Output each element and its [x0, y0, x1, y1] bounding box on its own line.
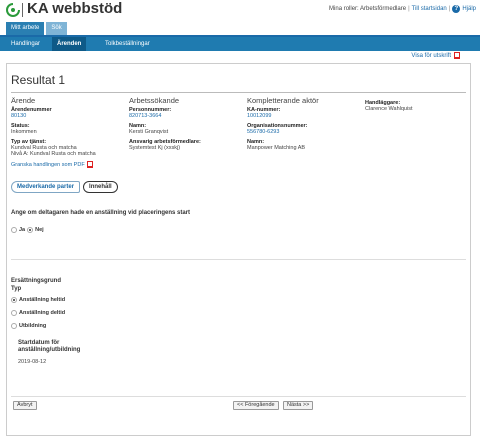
- help-icon[interactable]: ?: [452, 5, 461, 13]
- provider-column: Kompletterande aktör KA-nummer: 10012099…: [247, 96, 362, 151]
- org-number-link[interactable]: 556780-6293: [247, 129, 362, 135]
- compensation-title: Ersättningsgrund: [11, 278, 62, 284]
- option-heltid[interactable]: Anställning heltid: [11, 297, 65, 303]
- review-pdf-label[interactable]: Granska handlingen som PDF: [11, 162, 85, 168]
- tab-medverkande-parter[interactable]: Medverkande parter: [11, 181, 81, 193]
- roles-text: Mina roller: Arbetsförmedlare: [329, 6, 407, 12]
- print-view-link[interactable]: Visa för utskrift: [411, 52, 460, 59]
- radio-ja[interactable]: [11, 227, 17, 233]
- content-tabs: Medverkande parter Innehåll: [11, 181, 118, 193]
- jobseeker-name-value: Kersti Granqvist: [129, 129, 169, 135]
- nav-bar: Handlingar Ärenden Tolkbeställningar: [0, 35, 480, 51]
- tab-mitt-arbete[interactable]: Mitt arbete: [6, 22, 45, 35]
- print-view-label[interactable]: Visa för utskrift: [411, 53, 451, 59]
- compensation-type-label: Typ: [11, 286, 22, 292]
- provider-name-value: Manpower Matching AB: [247, 145, 306, 151]
- jobseeker-heading: Arbetssökande: [129, 96, 180, 105]
- case-officer-value: Clarence Wahlquist: [365, 106, 413, 112]
- divider: [11, 92, 466, 93]
- page-title: Resultat 1: [11, 73, 66, 87]
- radio-utbildning[interactable]: [11, 323, 17, 329]
- ka-logo-icon: [6, 3, 20, 17]
- start-page-link[interactable]: Till startsidan: [412, 6, 447, 12]
- review-pdf-link[interactable]: Granska handlingen som PDF: [11, 161, 126, 168]
- option-utbildning[interactable]: Utbildning: [11, 323, 46, 329]
- radio-deltid[interactable]: [11, 310, 17, 316]
- option-deltid[interactable]: Anställning deltid: [11, 310, 65, 316]
- top-tabs: Mitt arbete Sök: [6, 22, 67, 35]
- employment-question: Ange om deltagaren hade en anställning v…: [11, 210, 191, 216]
- nav-item-arenden[interactable]: Ärenden: [52, 37, 87, 51]
- start-date-label: Startdatum för anställning/utbildning: [18, 340, 81, 353]
- provider-heading: Kompletterande aktör: [247, 96, 319, 105]
- radio-heltid[interactable]: [11, 297, 17, 303]
- personal-number-link[interactable]: 820713-3664: [129, 113, 244, 119]
- separator: |: [448, 6, 451, 12]
- divider: [11, 396, 466, 397]
- ka-number-link[interactable]: 10012099: [247, 113, 362, 119]
- nav-item-handlingar[interactable]: Handlingar: [6, 37, 45, 51]
- result-panel: Resultat 1 Ärende Ärendenummer 80130 Sta…: [6, 63, 471, 436]
- arende-heading: Ärende: [11, 96, 36, 105]
- radio-nej-label: Nej: [35, 227, 44, 233]
- radio-nej[interactable]: [27, 227, 34, 233]
- separator: |: [408, 6, 410, 12]
- app-title: KA webbstöd: [27, 0, 123, 17]
- next-button[interactable]: Nästa >>: [283, 401, 314, 410]
- tab-innehall[interactable]: Innehåll: [83, 181, 118, 193]
- case-officer-column: Handläggare: Clarence Wahlquist: [365, 100, 480, 112]
- arende-number-link[interactable]: 80130: [11, 113, 126, 119]
- radio-deltid-label: Anställning deltid: [19, 310, 66, 316]
- help-link[interactable]: Hjälp: [462, 6, 476, 12]
- pdf-icon: [454, 52, 460, 59]
- divider: [11, 259, 466, 260]
- radio-ja-label: Ja: [19, 227, 26, 233]
- responsible-officer-value: Systemtest Kj (xxskj): [129, 145, 181, 151]
- nav-item-tolkbestallningar[interactable]: Tolkbeställningar: [100, 37, 155, 51]
- service-level-value: Nivå A: Kundval Rusta och matcha: [11, 151, 96, 157]
- radio-utbildning-label: Utbildning: [19, 323, 47, 329]
- cancel-button[interactable]: Avbryt: [13, 401, 37, 410]
- start-date-value: 2019-08-12: [18, 359, 47, 365]
- user-menu: Mina roller: Arbetsförmedlare | Till sta…: [329, 5, 476, 13]
- logo-separator: [22, 3, 23, 17]
- employment-radio-group: Ja Nej: [11, 227, 44, 233]
- previous-button[interactable]: << Föregående: [233, 401, 279, 410]
- arende-column: Ärende Ärendenummer 80130 Status: Inkomm…: [11, 96, 126, 168]
- jobseeker-column: Arbetssökande Personnummer: 820713-3664 …: [129, 96, 244, 151]
- app-header: KA webbstöd Mina roller: Arbetsförmedlar…: [0, 0, 480, 20]
- status-value: Inkommen: [11, 129, 37, 135]
- tab-sok[interactable]: Sök: [46, 22, 67, 35]
- radio-heltid-label: Anställning heltid: [19, 297, 66, 303]
- pdf-icon: [86, 161, 93, 168]
